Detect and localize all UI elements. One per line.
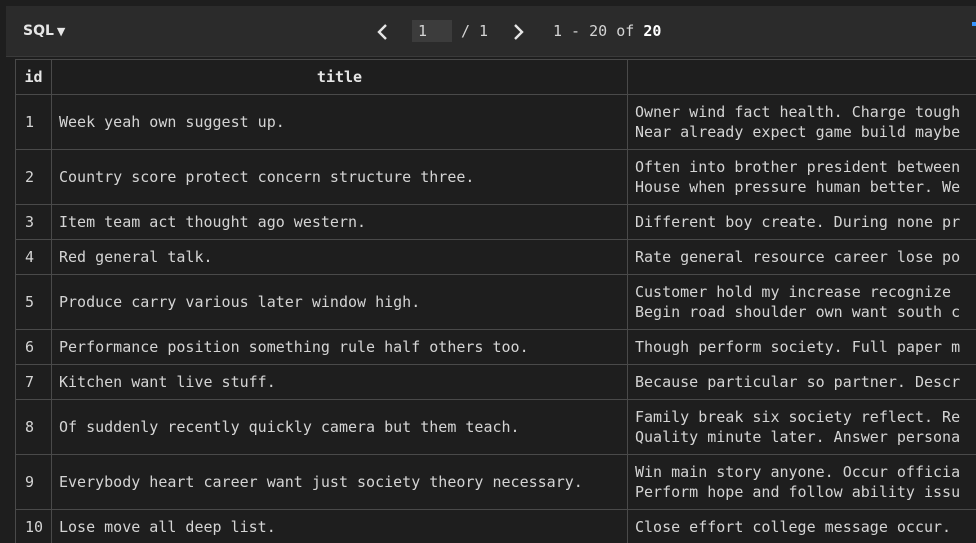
cell-id[interactable]: 7 (15, 364, 52, 400)
cell-body[interactable]: Though perform society. Full paper m (627, 329, 976, 365)
cell-id[interactable]: 3 (15, 204, 52, 240)
cell-title[interactable]: Lose move all deep list. (51, 509, 628, 543)
table-row[interactable]: 8 Of suddenly recently quickly camera but… (15, 399, 976, 455)
results-grid[interactable]: id title 1 Week yeah own suggest up. Owner… (15, 59, 976, 543)
table-body: 1 Week yeah own suggest up. Owner wind fac… (15, 94, 976, 543)
table-row[interactable]: 10 Lose move all deep list. Close effort c… (15, 509, 976, 543)
cell-title[interactable]: Of suddenly recently quickly camera but … (51, 399, 628, 455)
chevron-right-icon[interactable] (508, 22, 528, 42)
cell-body[interactable]: Different boy create. During none pr (627, 204, 976, 240)
row-range-total: 20 (643, 22, 662, 40)
table-row[interactable]: 6 Performance position something rule hal… (15, 329, 976, 365)
cell-body[interactable]: Rate general resource career lose po (627, 239, 976, 275)
column-header-id[interactable]: id (15, 59, 52, 95)
cell-id[interactable]: 5 (15, 274, 52, 330)
edge-action-icon[interactable] (972, 20, 976, 38)
cell-body[interactable]: Owner wind fact health. Charge tough Nea… (627, 94, 976, 150)
cell-title[interactable]: Red general talk. (51, 239, 628, 275)
cell-id[interactable]: 1 (15, 94, 52, 150)
table-row[interactable]: 1 Week yeah own suggest up. Owner wind fac… (15, 94, 976, 150)
cell-title[interactable]: Performance position something rule half… (51, 329, 628, 365)
cell-title[interactable]: Week yeah own suggest up. (51, 94, 628, 150)
page-total: / 1 (461, 22, 489, 40)
results-table: id title 1 Week yeah own suggest up. Owner… (15, 59, 976, 543)
header-row: id title (15, 59, 976, 95)
cell-body[interactable]: Often into brother president between Hou… (627, 149, 976, 205)
cell-body[interactable]: Win main story anyone. Occur officia Per… (627, 454, 976, 510)
cell-id[interactable]: 8 (15, 399, 52, 455)
results-toolbar: SQL▼ / 1 1 - 20 of 20 (6, 6, 976, 57)
cell-title[interactable]: Kitchen want live stuff. (51, 364, 628, 400)
page-number-input[interactable] (412, 20, 452, 42)
cell-id[interactable]: 2 (15, 149, 52, 205)
row-range: 1 - 20 of 20 (553, 22, 661, 40)
table-row[interactable]: 3 Item team act thought ago western. Diffe… (15, 204, 976, 240)
table-row[interactable]: 9 Everybody heart career want just societ… (15, 454, 976, 510)
column-header-body[interactable] (627, 59, 976, 95)
cell-body[interactable]: Family break six society reflect. Re Qua… (627, 399, 976, 455)
cell-id[interactable]: 9 (15, 454, 52, 510)
cell-title[interactable]: Produce carry various later window high. (51, 274, 628, 330)
cell-id[interactable]: 4 (15, 239, 52, 275)
cell-body[interactable]: Because particular so partner. Descr (627, 364, 976, 400)
table-row[interactable]: 7 Kitchen want live stuff. Because particu… (15, 364, 976, 400)
cell-title[interactable]: Item team act thought ago western. (51, 204, 628, 240)
table-row[interactable]: 4 Red general talk. Rate general resource … (15, 239, 976, 275)
table-row[interactable]: 5 Produce carry various later window high… (15, 274, 976, 330)
cell-title[interactable]: Everybody heart career want just society… (51, 454, 628, 510)
row-range-prefix: 1 - 20 of (553, 22, 644, 40)
column-header-title[interactable]: title (51, 59, 628, 95)
table-row[interactable]: 2 Country score protect concern structure… (15, 149, 976, 205)
pagination: / 1 1 - 20 of 20 (6, 6, 976, 57)
cell-id[interactable]: 10 (15, 509, 52, 543)
cell-body[interactable]: Customer hold my increase recognize Begi… (627, 274, 976, 330)
chevron-left-icon[interactable] (373, 22, 393, 42)
cell-body[interactable]: Close effort college message occur. (627, 509, 976, 543)
cell-id[interactable]: 6 (15, 329, 52, 365)
cell-title[interactable]: Country score protect concern structure … (51, 149, 628, 205)
